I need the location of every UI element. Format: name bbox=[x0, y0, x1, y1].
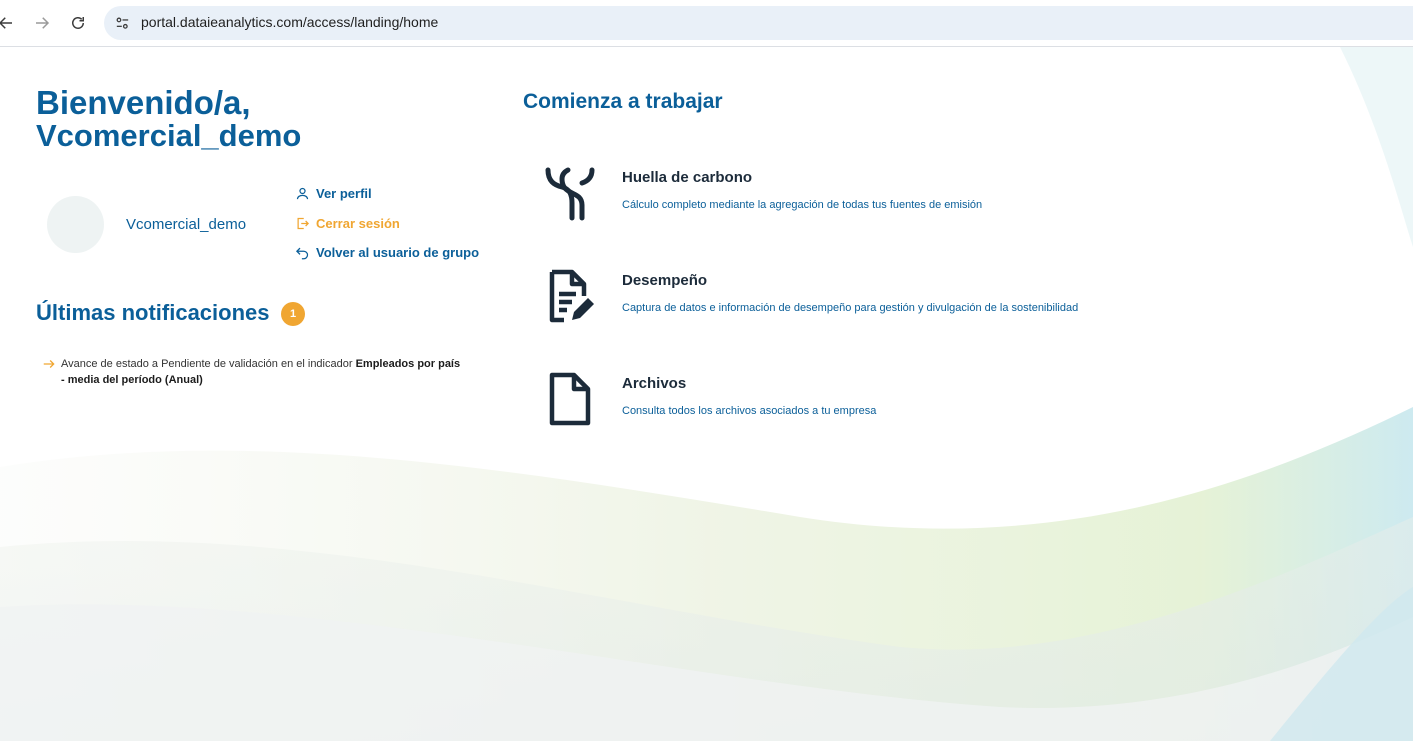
notifications-count-badge: 1 bbox=[281, 302, 305, 326]
notifications-title: Últimas notificaciones bbox=[36, 300, 270, 325]
address-bar[interactable]: portal.dataieanalytics.com/access/landin… bbox=[104, 6, 1413, 40]
forward-button[interactable] bbox=[30, 11, 54, 35]
view-profile-label: Ver perfil bbox=[316, 186, 372, 201]
welcome-username: Vcomercial_demo bbox=[36, 118, 302, 153]
file-icon bbox=[549, 372, 591, 426]
browser-toolbar: portal.dataieanalytics.com/access/landin… bbox=[0, 0, 1413, 47]
module-title: Archivos bbox=[622, 375, 687, 392]
module-description: Consulta todos los archivos asociados a … bbox=[622, 405, 877, 417]
welcome-title: Bienvenido/a, bbox=[36, 84, 251, 121]
module-description: Cálculo completo mediante la agregación … bbox=[622, 199, 983, 211]
logout-link[interactable]: Cerrar sesión bbox=[295, 216, 400, 231]
notification-item[interactable]: Avance de estado a Pendiente de validaci… bbox=[42, 356, 462, 388]
profile-name: Vcomercial_demo bbox=[126, 216, 247, 233]
avatar bbox=[47, 196, 104, 253]
back-to-group-user-label: Volver al usuario de grupo bbox=[316, 245, 480, 260]
document-edit-icon bbox=[549, 269, 594, 323]
url-text[interactable]: portal.dataieanalytics.com/access/landin… bbox=[141, 14, 438, 30]
reload-button[interactable] bbox=[66, 11, 90, 35]
undo-icon bbox=[295, 245, 310, 260]
module-performance[interactable]: Desempeño Captura de datos e información… bbox=[542, 268, 1142, 328]
arrow-left-icon bbox=[0, 17, 12, 29]
logout-icon bbox=[295, 216, 310, 231]
back-to-group-user-link[interactable]: Volver al usuario de grupo bbox=[295, 245, 479, 260]
module-files[interactable]: Archivos Consulta todos los archivos aso… bbox=[542, 371, 1142, 431]
reload-icon bbox=[72, 17, 84, 29]
arrow-right-icon bbox=[36, 17, 50, 29]
module-description: Captura de datos e información de desemp… bbox=[622, 302, 1079, 314]
user-icon bbox=[295, 186, 310, 201]
tune-icon bbox=[116, 17, 128, 29]
notification-message: Avance de estado a Pendiente de validaci… bbox=[61, 358, 356, 370]
start-working-title: Comienza a trabajar bbox=[523, 90, 723, 113]
arrow-right-icon bbox=[43, 360, 55, 368]
back-button[interactable] bbox=[0, 11, 18, 35]
landing-page: Bienvenido/a, Vcomercial_demo Vcomercial… bbox=[0, 47, 1413, 741]
module-title: Desempeño bbox=[622, 272, 708, 289]
logout-label: Cerrar sesión bbox=[316, 216, 400, 231]
module-title: Huella de carbono bbox=[622, 169, 753, 186]
view-profile-link[interactable]: Ver perfil bbox=[295, 186, 372, 201]
module-carbon-footprint[interactable]: Huella de carbono Cálculo completo media… bbox=[542, 165, 1142, 225]
notification-text: Avance de estado a Pendiente de validaci… bbox=[61, 356, 462, 388]
site-info-button[interactable] bbox=[110, 11, 134, 35]
carbon-footprint-icon bbox=[545, 167, 595, 221]
